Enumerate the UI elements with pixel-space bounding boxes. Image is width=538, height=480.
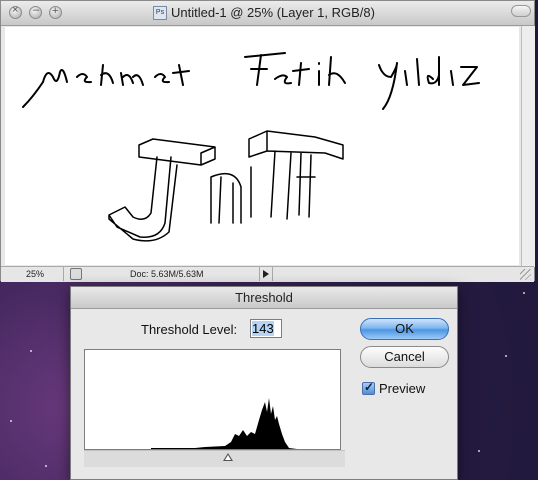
desktop-star	[30, 350, 32, 352]
threshold-level-value: 143	[252, 321, 274, 336]
canvas-drawing	[22, 52, 480, 242]
ok-button[interactable]: OK	[360, 318, 449, 340]
cancel-button[interactable]: Cancel	[360, 346, 449, 368]
threshold-slider-handle[interactable]	[223, 453, 233, 461]
drawing-letter-f	[248, 130, 344, 220]
photoshop-document-icon: Ps	[153, 6, 167, 20]
zoom-level[interactable]: 25%	[4, 267, 64, 281]
dialog-title[interactable]: Threshold	[71, 287, 457, 309]
preview-label[interactable]: Preview	[379, 381, 425, 396]
desktop-star	[505, 355, 507, 357]
desktop-star	[523, 292, 525, 294]
handwriting-yildiz	[378, 56, 480, 110]
resize-grip-icon[interactable]	[520, 269, 531, 280]
handwriting-fatih	[244, 52, 346, 86]
status-bar: 25% Doc: 5.63M/5.63M	[1, 266, 534, 282]
histogram	[84, 349, 341, 450]
threshold-level-input[interactable]: 143	[250, 319, 282, 338]
desktop-star	[478, 450, 480, 452]
vertical-scrollbar[interactable]	[521, 26, 535, 267]
drawing-letter-n	[210, 166, 252, 224]
threshold-dialog: Threshold Threshold Level: 143 OK Cancel…	[70, 286, 458, 480]
histogram-fill	[151, 398, 297, 449]
image-canvas[interactable]	[5, 27, 519, 265]
document-window: Ps Untitled-1 @ 25% (Layer 1, RGB/8) 2	[0, 0, 535, 282]
zoom-window-icon[interactable]	[49, 5, 62, 19]
histogram-graph	[151, 398, 297, 449]
desktop-star	[10, 420, 12, 422]
status-info-icon[interactable]	[70, 268, 82, 280]
threshold-level-label: Threshold Level:	[141, 322, 238, 337]
toolbar-toggle-button[interactable]	[511, 5, 531, 17]
drawing-letter-j	[108, 138, 216, 242]
document-titlebar[interactable]: Ps Untitled-1 @ 25% (Layer 1, RGB/8)	[1, 1, 534, 26]
close-window-icon[interactable]	[9, 4, 22, 19]
document-title: Untitled-1 @ 25% (Layer 1, RGB/8)	[171, 5, 375, 20]
status-menu-arrow-icon[interactable]	[259, 267, 273, 281]
document-size: Doc: 5.63M/5.63M	[130, 269, 204, 279]
threshold-slider-track[interactable]	[84, 450, 345, 467]
minimize-window-icon[interactable]	[29, 4, 42, 19]
desktop-star	[45, 465, 47, 467]
handwriting-mehmet	[22, 64, 190, 108]
preview-checkbox[interactable]	[362, 380, 375, 395]
